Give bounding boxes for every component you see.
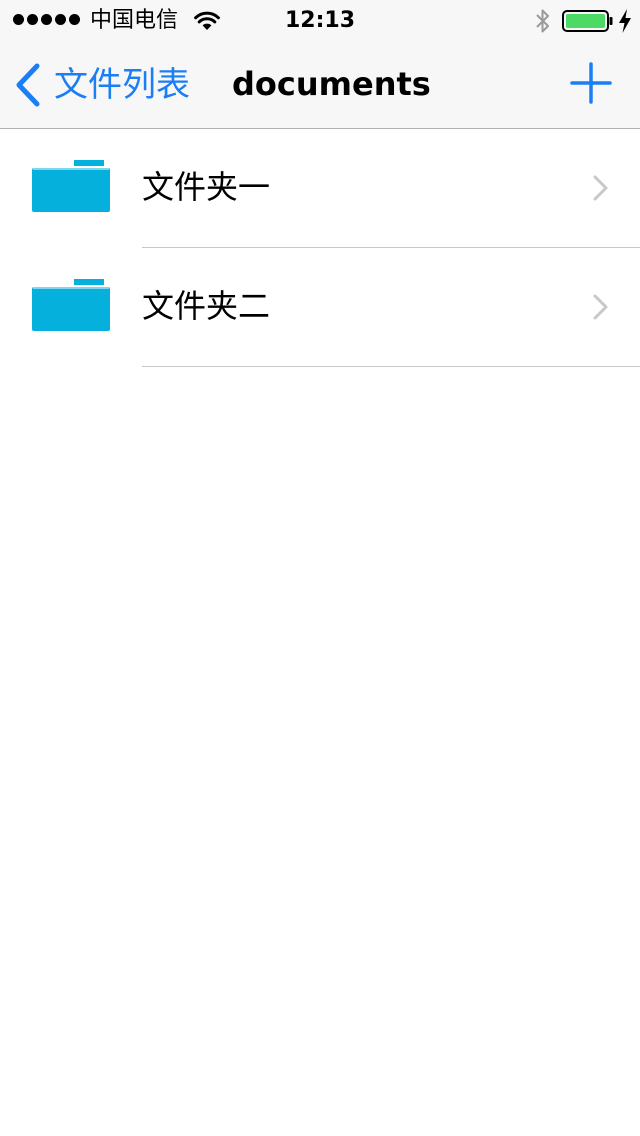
list-item-folder-1[interactable]: 文件夹一 — [0, 129, 640, 248]
battery-icon — [562, 10, 613, 32]
folder-icon — [32, 160, 110, 212]
status-bar: 中国电信 12:13 — [0, 0, 640, 40]
list-item-label: 文件夹一 — [142, 168, 271, 206]
folder-icon — [32, 279, 110, 331]
plus-icon[interactable] — [570, 62, 612, 104]
bluetooth-icon — [536, 9, 549, 33]
screen: 中国电信 12:13 文件列表 documents 文件夹一 文件夹二 — [0, 0, 640, 1136]
file-list: 文件夹一 文件夹二 — [0, 129, 640, 367]
back-button[interactable]: 文件列表 — [14, 60, 190, 110]
page-title: documents — [232, 65, 431, 103]
navigation-bar: 文件列表 documents — [0, 40, 640, 128]
row-separator — [142, 366, 640, 367]
list-item-label: 文件夹二 — [142, 287, 271, 325]
chevron-right-icon — [593, 294, 608, 320]
chevron-right-icon — [593, 175, 608, 201]
back-button-label: 文件列表 — [54, 65, 190, 105]
chevron-left-icon — [16, 63, 40, 107]
list-item-folder-2[interactable]: 文件夹二 — [0, 248, 640, 367]
charging-icon — [619, 9, 631, 33]
